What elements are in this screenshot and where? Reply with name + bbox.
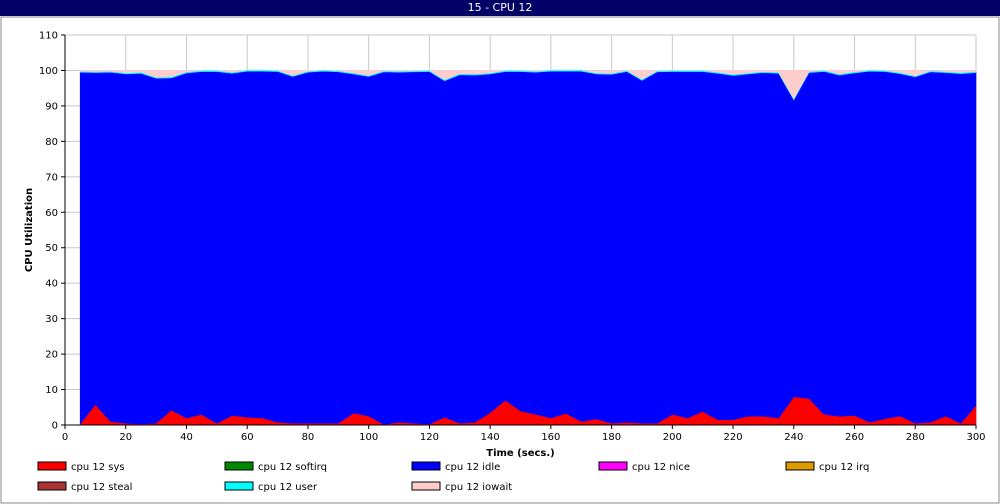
legend-swatch-cpu-12-softirq — [224, 461, 254, 471]
y-tick-label: 80 — [45, 137, 58, 148]
y-tick-label: 110 — [39, 31, 58, 42]
y-tick-label: 0 — [52, 421, 58, 432]
window-title: 15 - CPU 12 — [0, 0, 1000, 16]
x-tick-label: 100 — [359, 432, 378, 443]
legend-label-cpu-12-idle: cpu 12 idle — [445, 462, 500, 473]
x-tick-label: 60 — [241, 432, 254, 443]
y-tick-label: 10 — [45, 385, 58, 396]
x-tick-label: 0 — [62, 432, 68, 443]
x-tick-label: 120 — [420, 432, 439, 443]
legend-label-cpu-12-iowait: cpu 12 iowait — [445, 482, 512, 493]
legend-label-cpu-12-sys: cpu 12 sys — [71, 462, 125, 473]
x-tick-label: 180 — [602, 432, 621, 443]
legend-swatch-cpu-12-user — [224, 481, 254, 491]
x-tick-label: 260 — [845, 432, 864, 443]
legend-swatch-cpu-12-steal — [37, 481, 67, 491]
x-tick-label: 280 — [906, 432, 925, 443]
y-tick-label: 100 — [39, 66, 58, 77]
x-tick-label: 200 — [663, 432, 682, 443]
x-tick-label: 300 — [966, 432, 985, 443]
y-tick-label: 70 — [45, 172, 58, 183]
y-axis-label: CPU Utilization — [24, 188, 35, 272]
legend-swatch-cpu-12-iowait — [411, 481, 441, 491]
x-tick-label: 20 — [119, 432, 132, 443]
legend-label-cpu-12-steal: cpu 12 steal — [71, 482, 132, 493]
y-tick-label: 50 — [45, 243, 58, 254]
x-tick-label: 220 — [724, 432, 743, 443]
x-axis-label: Time (secs.) — [486, 448, 555, 459]
area-cpu-12-idle — [79, 70, 977, 425]
legend-label-cpu-12-softirq: cpu 12 softirq — [258, 462, 327, 473]
legend-swatch-cpu-12-idle — [411, 461, 441, 471]
legend-swatch-cpu-12-nice — [598, 461, 628, 471]
x-tick-label: 40 — [180, 432, 193, 443]
x-tick-label: 140 — [481, 432, 500, 443]
plot-area — [64, 34, 977, 426]
legend-label-cpu-12-user: cpu 12 user — [258, 482, 318, 493]
cpu-utilization-chart: 0 20 40 60 80 100 120 140 160 180 200 220 240 260 280 3… — [0, 16, 1000, 504]
legend-swatch-cpu-12-sys — [37, 461, 67, 471]
x-tick-label: 80 — [302, 432, 315, 443]
legend-swatch-cpu-12-irq — [785, 461, 815, 471]
y-tick-label: 30 — [45, 314, 58, 325]
y-tick-label: 60 — [45, 208, 58, 219]
y-tick-label: 90 — [45, 101, 58, 112]
x-tick-label: 240 — [784, 432, 803, 443]
legend-label-cpu-12-irq: cpu 12 irq — [819, 462, 869, 473]
y-tick-label: 40 — [45, 279, 58, 290]
x-tick-label: 160 — [541, 432, 560, 443]
legend-label-cpu-12-nice: cpu 12 nice — [632, 462, 690, 473]
y-tick-label: 20 — [45, 350, 58, 361]
